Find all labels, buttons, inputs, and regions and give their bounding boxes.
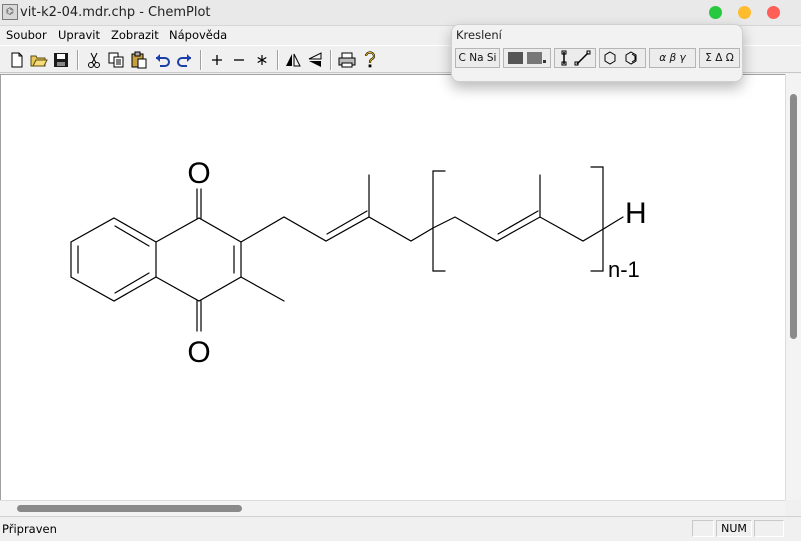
benzene-ring [70, 217, 157, 302]
terminal-bond [604, 216, 624, 229]
status-panel [754, 520, 784, 537]
aromatic-double-bonds [77, 225, 150, 294]
hexagon-ring-icon[interactable] [604, 51, 615, 65]
copy-icon[interactable] [106, 50, 126, 70]
palette-ring-group [599, 48, 646, 68]
paste-icon[interactable] [129, 50, 149, 70]
palette-title: Kreslení [456, 28, 502, 42]
flip-horizontal-icon[interactable] [283, 50, 303, 70]
vertical-scroll-thumb[interactable] [790, 94, 797, 339]
status-text: Připraven [2, 522, 57, 536]
title-bar: ⌬ vit-k2-04.mdr.chp - ChemPlot [0, 0, 801, 26]
toolbar-separator [200, 50, 202, 70]
menu-zobrazit[interactable]: Zobrazit [111, 28, 159, 42]
carbonyl-bottom [196, 300, 202, 332]
side-chain-double-bond [326, 210, 368, 235]
repeat-unit-double-bond [497, 210, 539, 235]
palette-tool-row: C Na Si α β γ Σ Δ Ω [455, 48, 740, 68]
maximize-button[interactable] [709, 6, 722, 19]
palette-greek-button[interactable]: α β γ [649, 48, 696, 68]
new-file-icon[interactable] [7, 50, 27, 70]
toolbar-separator [330, 50, 332, 70]
palette-fill-group [503, 48, 551, 68]
hydrogen-label: H [625, 197, 647, 230]
repeat-subscript: n-1 [608, 257, 640, 282]
palette-bond-group [554, 48, 596, 68]
palette-elements-button[interactable]: C Na Si [455, 48, 500, 68]
quinone-ring [155, 217, 242, 302]
zoom-in-icon[interactable] [207, 50, 227, 70]
carbonyl-top [196, 188, 202, 219]
status-bar: Připraven NUM [0, 516, 801, 541]
redo-icon[interactable] [175, 50, 195, 70]
cut-icon[interactable] [84, 50, 104, 70]
menu-soubor[interactable]: Soubor [6, 28, 47, 42]
drawing-canvas[interactable]: O O H n-1 [0, 74, 785, 500]
menu-upravit[interactable]: Upravit [58, 28, 100, 42]
num-lock-indicator: NUM [716, 520, 752, 537]
undo-icon[interactable] [152, 50, 172, 70]
horizontal-scrollbar[interactable] [0, 500, 785, 516]
dotted-fill-icon[interactable] [527, 52, 542, 64]
bracket-right [590, 166, 604, 272]
methyl-bond [240, 276, 285, 302]
repeat-unit-chain [432, 216, 606, 242]
open-folder-icon[interactable] [29, 50, 49, 70]
window-title: vit-k2-04.mdr.chp - ChemPlot [20, 5, 211, 20]
app-icon[interactable]: ⌬ [2, 4, 18, 20]
drawing-palette[interactable]: Kreslení C Na Si α β γ Σ Δ Ω [451, 24, 743, 82]
hatch-fill-icon[interactable] [508, 52, 523, 64]
print-icon[interactable] [337, 50, 357, 70]
close-button[interactable] [767, 6, 780, 19]
molecule-drawing: O O H n-1 [70, 157, 647, 369]
scroll-corner [785, 500, 801, 516]
oxygen-top-label: O [187, 157, 210, 190]
menu-napoveda[interactable]: Nápověda [169, 28, 227, 42]
minimize-button[interactable] [738, 6, 751, 19]
save-icon[interactable] [51, 50, 71, 70]
asterisk-icon[interactable] [252, 50, 272, 70]
help-icon[interactable] [360, 50, 380, 70]
toolbar-separator [277, 50, 279, 70]
oxygen-bottom-label: O [187, 336, 210, 369]
toolbar-separator [77, 50, 79, 70]
bracket-left [432, 170, 446, 272]
zoom-out-icon[interactable] [229, 50, 249, 70]
side-chain [240, 216, 434, 243]
flip-vertical-icon[interactable] [305, 50, 325, 70]
horizontal-scroll-thumb[interactable] [17, 505, 242, 512]
palette-symbols-button[interactable]: Σ Δ Ω [699, 48, 740, 68]
vertical-scrollbar[interactable] [785, 74, 801, 500]
status-panel [692, 520, 714, 537]
